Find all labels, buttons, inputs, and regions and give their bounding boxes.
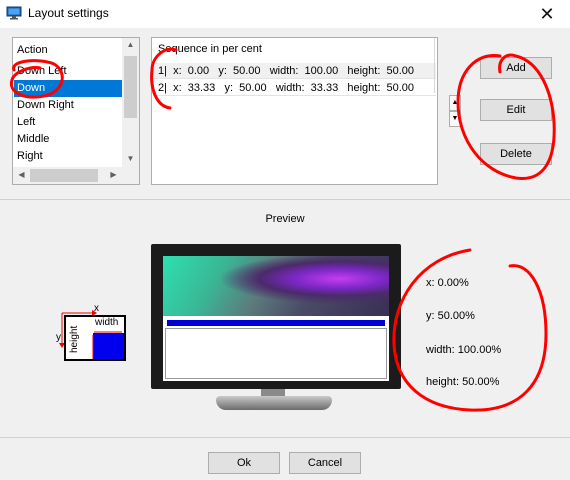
scroll-up-icon[interactable]: ▲ xyxy=(122,40,139,49)
cancel-button[interactable]: Cancel xyxy=(289,452,361,474)
list-item[interactable]: Down Left xyxy=(14,63,123,80)
scroll-right-icon[interactable]: ▶ xyxy=(105,170,122,179)
list-item[interactable]: Down Right xyxy=(14,97,123,114)
window-title: Layout settings xyxy=(28,6,109,20)
action-list[interactable]: Action Down Left Down Down Right Left Mi… xyxy=(12,37,140,185)
scroll-thumb[interactable] xyxy=(30,169,98,182)
divider xyxy=(0,437,570,438)
close-button[interactable]: ✕ xyxy=(524,0,570,28)
monitor-icon xyxy=(6,6,22,20)
region-box xyxy=(165,328,387,379)
move-down-button[interactable]: ▼ xyxy=(449,111,461,127)
column-divider xyxy=(434,38,435,93)
list-item[interactable]: Left xyxy=(14,114,123,131)
title-bar: Layout settings ✕ xyxy=(0,0,570,28)
layout-settings-window: Layout settings ✕ Action Down Left Down … xyxy=(0,0,570,480)
list-item[interactable]: Down xyxy=(14,80,123,97)
horizontal-scrollbar[interactable]: ◀ ▶ xyxy=(13,167,139,184)
list-item[interactable]: Right xyxy=(14,148,123,165)
monitor-preview xyxy=(151,244,401,389)
preview-width-value: width: 100.00% xyxy=(426,344,502,356)
diagram-x-label: x xyxy=(94,303,99,314)
monitor-stand-neck xyxy=(261,389,285,396)
monitor-stand-base xyxy=(216,396,332,410)
wallpaper-image xyxy=(163,256,389,316)
preview-label: Preview xyxy=(265,213,305,225)
region-bar xyxy=(167,320,385,326)
chevron-down-icon: ▼ xyxy=(451,115,459,122)
action-list-header: Action xyxy=(17,44,48,56)
preview-y-value: y: 50.00% xyxy=(426,310,475,322)
scroll-down-icon[interactable]: ▼ xyxy=(122,154,139,163)
move-up-button[interactable]: ▲ xyxy=(449,95,461,111)
vertical-scrollbar[interactable]: ▲ ▼ xyxy=(122,38,139,169)
table-row[interactable]: 1| x: 0.00 y: 50.00 width: 100.00 height… xyxy=(153,63,436,79)
diagram-height-label: height xyxy=(69,325,80,353)
scroll-left-icon[interactable]: ◀ xyxy=(13,170,30,179)
scroll-corner xyxy=(122,167,139,184)
list-item[interactable]: Middle xyxy=(14,131,123,148)
divider xyxy=(0,199,570,200)
preview-x-value: x: 0.00% xyxy=(426,277,469,289)
close-icon: ✕ xyxy=(539,3,555,24)
table-row[interactable]: 2| x: 33.33 y: 50.00 width: 33.33 height… xyxy=(153,80,436,96)
diagram-width-label: width xyxy=(95,317,119,328)
scroll-thumb[interactable] xyxy=(124,56,137,118)
layout-diagram: x y width height xyxy=(54,303,134,365)
ok-button[interactable]: Ok xyxy=(208,452,280,474)
add-button[interactable]: Add xyxy=(480,57,552,79)
sequence-table[interactable]: Sequence in per cent 1| x: 0.00 y: 50.00… xyxy=(151,37,438,185)
sequence-header: Sequence in per cent xyxy=(158,43,262,55)
chevron-up-icon: ▲ xyxy=(451,99,459,106)
preview-height-value: height: 50.00% xyxy=(426,376,500,388)
delete-button[interactable]: Delete xyxy=(480,143,552,165)
diagram-y-label: y xyxy=(56,332,61,343)
preview-screen xyxy=(163,256,389,381)
edit-button[interactable]: Edit xyxy=(480,99,552,121)
